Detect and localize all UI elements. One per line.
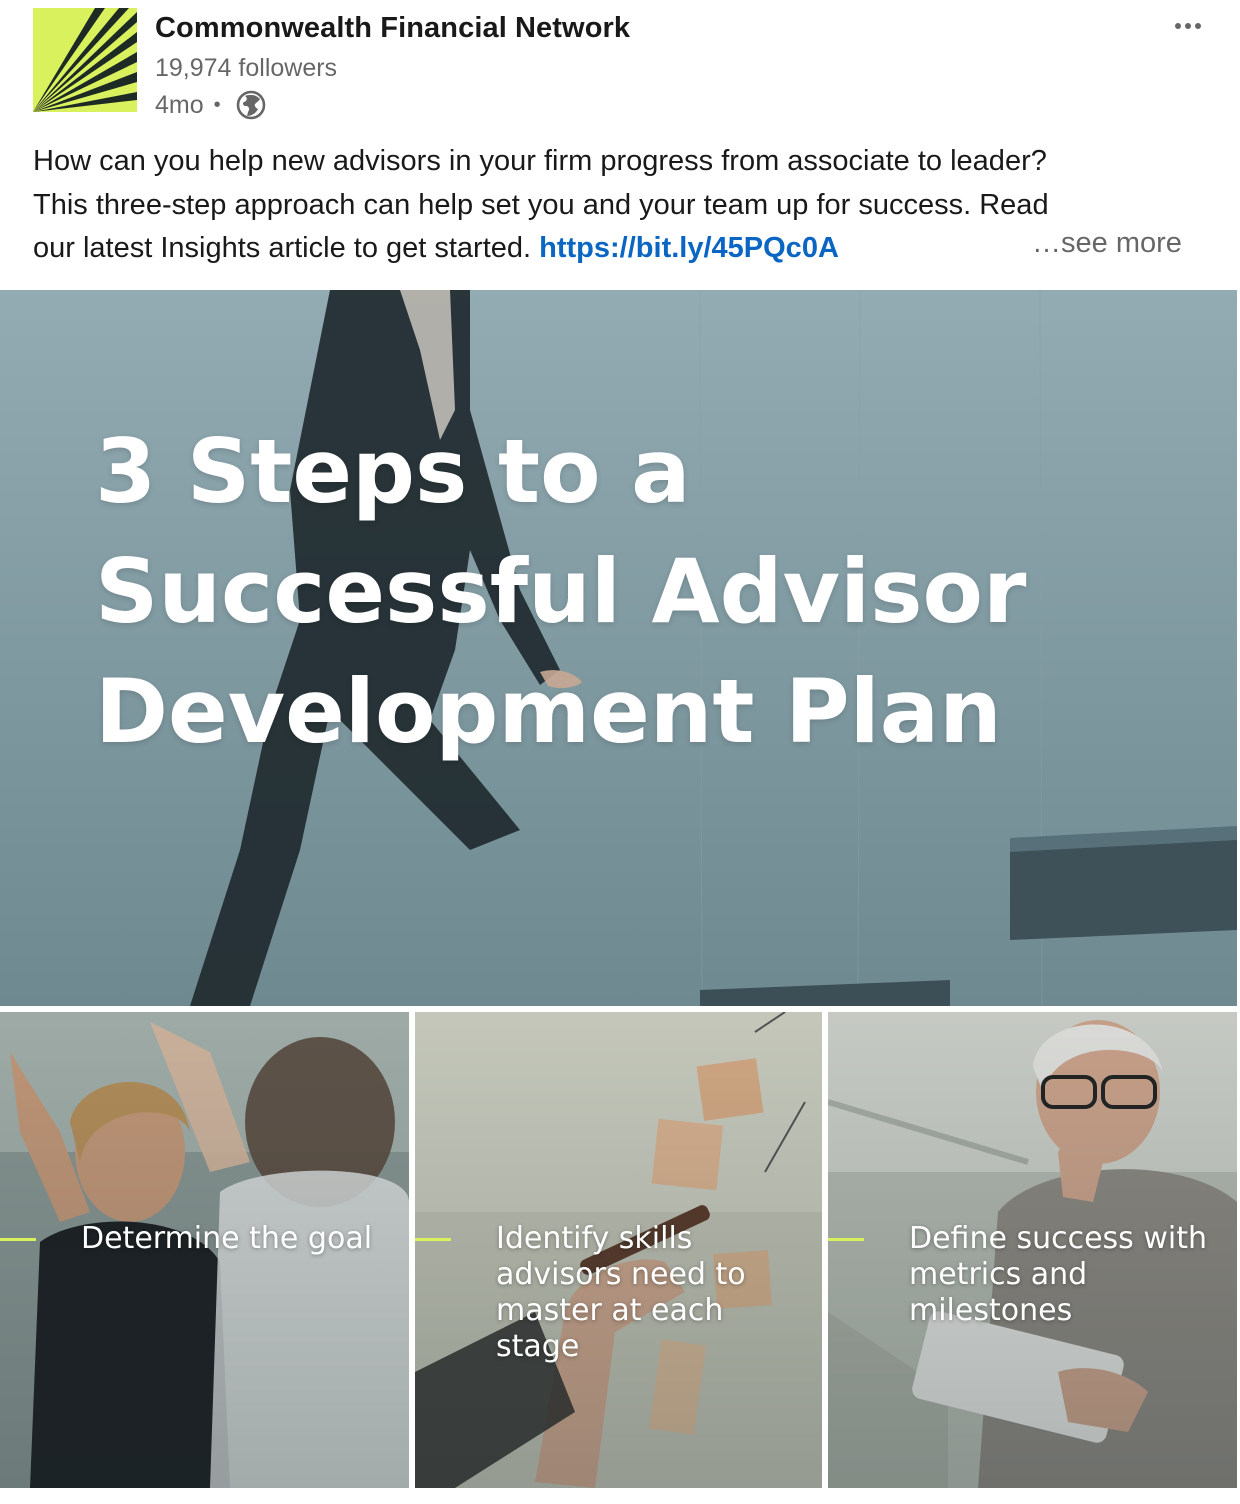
hero-title: 3 Steps to a Successful Advisor Developm… bbox=[95, 412, 1026, 772]
post-age: 4mo bbox=[155, 90, 204, 119]
step-tiles: Determine the goal Identify skills advis… bbox=[0, 1012, 1240, 1488]
commentary-line-2: This three-step approach can help set yo… bbox=[33, 188, 1049, 221]
commentary-line-3: our latest Insights article to get start… bbox=[33, 227, 1193, 271]
follower-count: 19,974 followers bbox=[155, 54, 338, 82]
step-tile-3[interactable]: Define success with metrics and mileston… bbox=[828, 1012, 1237, 1488]
commonwealth-logo-icon bbox=[33, 8, 137, 112]
hero-title-line-2: Successful Advisor bbox=[95, 540, 1027, 643]
post-commentary: How can you help new advisors in your fi… bbox=[33, 140, 1193, 271]
step-tile-1[interactable]: Determine the goal bbox=[0, 1012, 409, 1488]
company-name[interactable]: Commonwealth Financial Network bbox=[155, 12, 630, 45]
step-tile-2[interactable]: Identify skills advisors need to master … bbox=[415, 1012, 822, 1488]
commentary-line-1: How can you help new advisors in your fi… bbox=[33, 145, 1047, 177]
commentary-line-3-text: our latest Insights article to get start… bbox=[33, 232, 532, 264]
more-options-button[interactable] bbox=[1164, 10, 1212, 42]
see-more-button[interactable]: …see more bbox=[1032, 227, 1182, 260]
step-dash-1 bbox=[0, 1238, 36, 1241]
company-logo[interactable] bbox=[33, 8, 137, 112]
meta-separator: • bbox=[213, 93, 221, 116]
globe-icon bbox=[235, 89, 267, 121]
post-header: Commonwealth Financial Network 19,974 fo… bbox=[0, 0, 1240, 140]
step-dash-3 bbox=[828, 1238, 864, 1241]
step-text-2: Identify skills advisors need to master … bbox=[496, 1221, 746, 1364]
post-meta: 4mo • bbox=[155, 88, 267, 122]
hero-title-line-3: Development Plan bbox=[95, 660, 1002, 763]
more-options-icon bbox=[1175, 23, 1181, 29]
step-text-1: Determine the goal bbox=[81, 1221, 373, 1256]
step-text-3: Define success with metrics and mileston… bbox=[909, 1221, 1207, 1328]
hero-image[interactable]: 3 Steps to a Successful Advisor Developm… bbox=[0, 290, 1237, 1006]
step-dash-2 bbox=[415, 1238, 451, 1241]
hero-title-line-1: 3 Steps to a bbox=[95, 420, 691, 523]
article-link[interactable]: https://bit.ly/45PQc0A bbox=[539, 232, 839, 264]
